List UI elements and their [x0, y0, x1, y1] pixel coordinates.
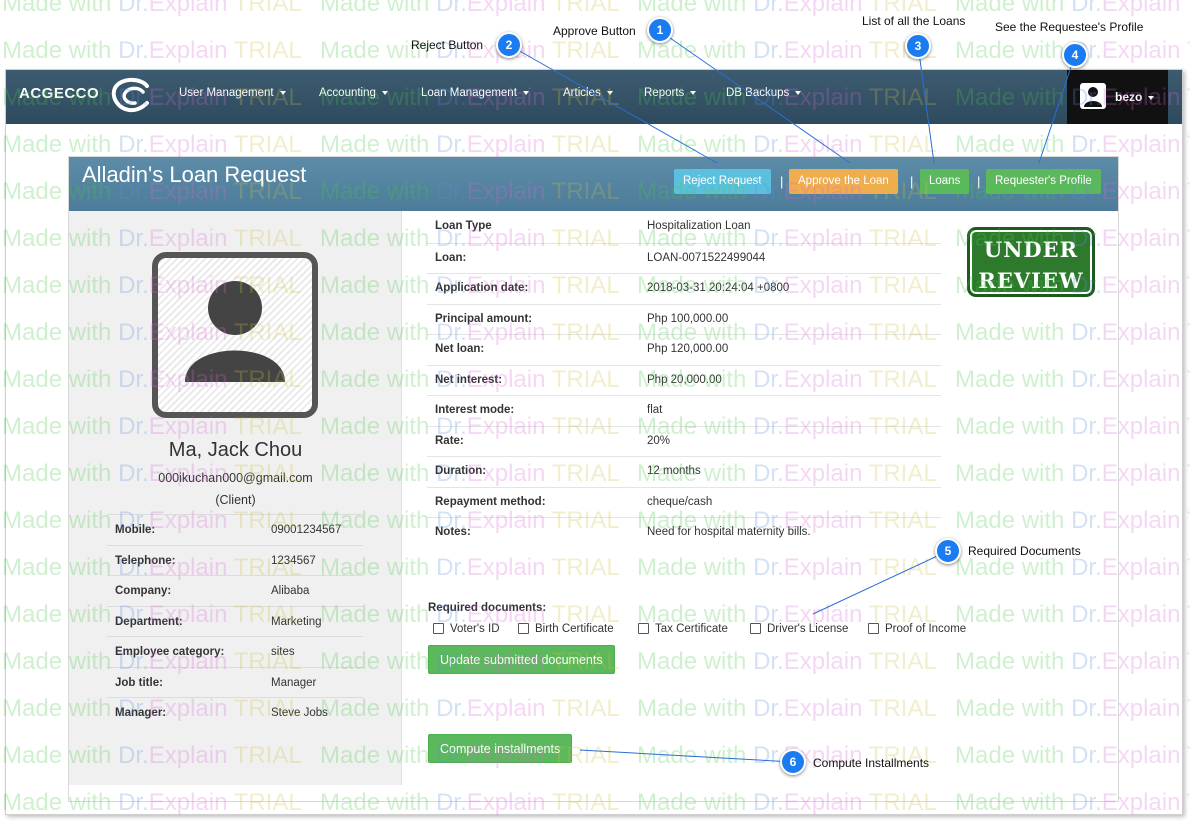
- callout-badge: 6: [780, 749, 806, 775]
- nav-db-backups[interactable]: DB Backups: [726, 87, 802, 99]
- doc-checkbox-tax-certificate[interactable]: Tax Certificate: [638, 623, 728, 635]
- caret-down-icon: [1148, 95, 1155, 100]
- watermark-text: Made with Dr.Explain TRIAL: [2, 0, 302, 17]
- callout-badge: 5: [935, 538, 961, 564]
- user-icon: [1080, 83, 1106, 109]
- user-menu[interactable]: bezo: [1067, 70, 1168, 124]
- callout-badge: 4: [1062, 42, 1088, 68]
- requester-profile-button[interactable]: Requester's Profile: [986, 169, 1101, 194]
- profile-row: Employee category: sites: [107, 636, 363, 667]
- doc-checkbox-voters-id[interactable]: Voter's ID: [433, 623, 500, 635]
- watermark-text: Made with Dr.Explain TRIAL: [2, 37, 302, 64]
- caret-down-icon: [381, 90, 388, 95]
- action-separator: |: [780, 174, 784, 189]
- checkbox[interactable]: [638, 623, 649, 634]
- brand-logo-icon: [111, 77, 149, 113]
- profile-row: Department: Marketing: [107, 606, 363, 637]
- profile-row: Job title: Manager: [107, 667, 363, 698]
- loan-detail-row: Loan Type Hospitalization Loan: [435, 220, 751, 232]
- loan-detail-row: Interest mode: flat: [427, 395, 941, 425]
- callout-label: List of all the Loans: [862, 14, 966, 28]
- checkbox[interactable]: [868, 623, 879, 634]
- nav-accounting[interactable]: Accounting: [319, 87, 388, 99]
- nav-articles[interactable]: Articles: [563, 87, 613, 99]
- caret-down-icon: [606, 90, 613, 95]
- user-name: bezo: [1115, 90, 1155, 104]
- screenshot-canvas: ACGECCO User Management Accounting Loan …: [0, 0, 1190, 821]
- watermark-text: Made with Dr.Explain TRIAL: [637, 37, 937, 64]
- callout-label: Required Documents: [968, 544, 1081, 558]
- compute-installments-button[interactable]: Compute installments: [428, 734, 573, 763]
- caret-down-icon: [522, 90, 529, 95]
- update-documents-button[interactable]: Update submitted documents: [428, 645, 615, 674]
- loans-button[interactable]: Loans: [920, 169, 970, 194]
- person-icon: [185, 281, 285, 382]
- app-window: ACGECCO User Management Accounting Loan …: [5, 69, 1183, 815]
- callout-label: Reject Button: [411, 38, 484, 52]
- action-separator: |: [977, 174, 981, 189]
- reject-request-button[interactable]: Reject Request: [674, 169, 771, 194]
- profile-row: Telephone: 1234567: [107, 545, 363, 576]
- loan-detail-row: Net interest: Php 20,000.00: [427, 365, 941, 395]
- loan-request-panel: Alladin's Loan Request Reject Request | …: [68, 156, 1119, 802]
- checkbox[interactable]: [433, 623, 444, 634]
- doc-checkbox-proof-of-income[interactable]: Proof of Income: [868, 623, 966, 635]
- nav-loan-management[interactable]: Loan Management: [421, 87, 529, 99]
- profile-row: Company: Alibaba: [107, 575, 363, 606]
- loan-detail-row: Rate: 20%: [427, 426, 941, 456]
- under-review-stamp: UNDER REVIEW: [967, 227, 1095, 297]
- loan-detail-row: Application date: 2018-03-31 20:24:04 +08…: [427, 273, 941, 303]
- caret-down-icon: [279, 90, 286, 95]
- watermark-text: Made with Dr.Explain TRIAL: [320, 0, 620, 17]
- loan-detail-row: Duration: 12 months: [427, 456, 941, 486]
- page-title: Alladin's Loan Request: [82, 162, 307, 187]
- callout-badge: 3: [905, 33, 931, 59]
- watermark-text: Made with Dr.Explain TRIAL: [955, 0, 1190, 17]
- requester-role: (Client): [215, 493, 256, 507]
- checkbox[interactable]: [750, 623, 761, 634]
- loan-detail-row: Principal amount: Php 100,000.00: [427, 304, 941, 334]
- panel-header: Alladin's Loan Request Reject Request | …: [69, 157, 1118, 211]
- approve-loan-button[interactable]: Approve the Loan: [789, 169, 898, 194]
- action-separator: |: [910, 174, 914, 189]
- callout-label: See the Requestee's Profile: [995, 20, 1144, 34]
- caret-down-icon: [795, 90, 802, 95]
- loan-detail-row: Net loan: Php 120,000.00: [427, 334, 941, 364]
- avatar: [152, 252, 318, 418]
- callout-badge: 2: [496, 32, 522, 58]
- callout-label: Compute Installments: [813, 756, 930, 770]
- requester-name: Ma, Jack Chou: [168, 439, 303, 461]
- requester-email: 000ikuchan000@gmail.com: [158, 471, 313, 485]
- nav-user-management[interactable]: User Management: [179, 87, 286, 99]
- top-navbar: ACGECCO User Management Accounting Loan …: [6, 70, 1182, 124]
- doc-checkbox-birth-certificate[interactable]: Birth Certificate: [518, 623, 614, 635]
- callout-badge: 1: [647, 17, 673, 43]
- requester-profile-card: Ma, Jack Chou 000ikuchan000@gmail.com (C…: [69, 211, 402, 785]
- doc-checkbox-drivers-license[interactable]: Driver's License: [750, 623, 848, 635]
- caret-down-icon: [690, 90, 697, 95]
- callout-label: Approve Button: [553, 24, 636, 38]
- loan-detail-row: Repayment method: cheque/cash: [427, 487, 941, 517]
- checkbox[interactable]: [518, 623, 529, 634]
- loan-detail-row: Notes: Need for hospital maternity bills.: [427, 517, 941, 547]
- profile-row: Manager: Steve Jobs: [107, 697, 363, 728]
- nav-reports[interactable]: Reports: [644, 87, 697, 99]
- brand-name[interactable]: ACGECCO: [19, 85, 99, 102]
- required-documents-label: Required documents:: [428, 602, 547, 614]
- profile-row: Mobile: 09001234567: [107, 514, 363, 545]
- loan-detail-row: Loan: LOAN-0071522499044: [427, 243, 941, 273]
